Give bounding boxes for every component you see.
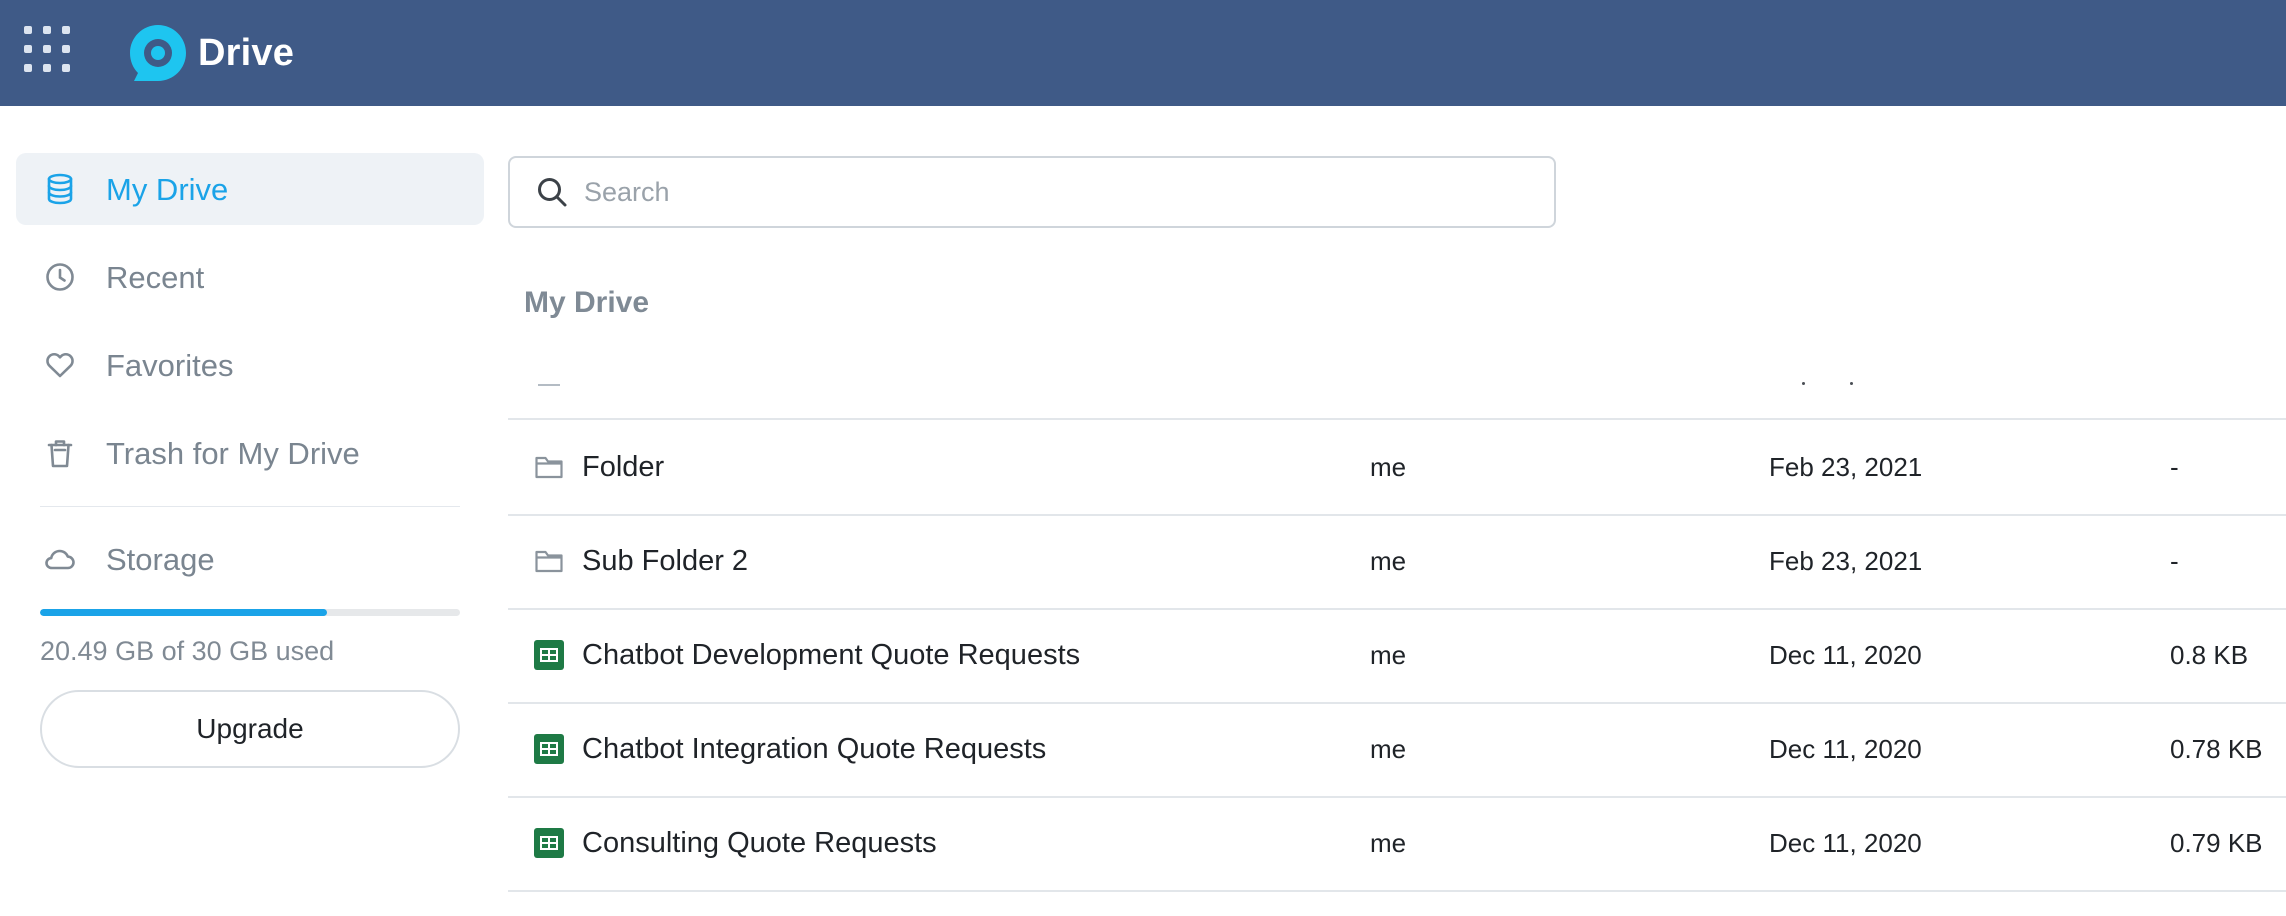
file-list: Folder me Feb 23, 2021 - Sub Folder 2 me… (508, 360, 2286, 916)
heart-icon (40, 345, 80, 385)
trash-icon (40, 433, 80, 473)
folder-icon (532, 450, 566, 484)
file-modified: Dec 11, 2020 (1769, 733, 1922, 764)
cloud-icon (40, 539, 80, 579)
table-row[interactable]: Consulting Quote Requests me Dec 11, 202… (508, 796, 2286, 892)
partially-visible-row[interactable] (508, 360, 2286, 420)
database-icon (40, 169, 80, 209)
file-owner: me (1370, 733, 1407, 764)
storage-progress-fill (40, 609, 327, 616)
file-size: 0.78 KB (2170, 733, 2263, 764)
file-name: Folder (582, 450, 665, 483)
sidebar-item-trash[interactable]: Trash for My Drive (16, 417, 484, 489)
file-size: 0.79 KB (2170, 827, 2263, 858)
table-row[interactable]: Chatbot Development Quote Requests me De… (508, 608, 2286, 704)
brand[interactable]: Drive (126, 18, 294, 88)
sidebar-item-my-drive[interactable]: My Drive (16, 153, 484, 225)
file-modified: Feb 23, 2021 (1769, 545, 1923, 576)
spreadsheet-icon (532, 826, 566, 860)
file-modified: Dec 11, 2020 (1769, 827, 1922, 858)
file-size: 0.8 KB (2170, 639, 2249, 670)
file-owner: me (1370, 451, 1407, 482)
file-name: Chatbot Integration Quote Requests (582, 732, 1047, 765)
folder-icon (532, 544, 566, 578)
sidebar-item-label: Trash for My Drive (106, 435, 360, 471)
sidebar-item-favorites[interactable]: Favorites (16, 329, 484, 401)
top-bar: Drive (0, 0, 2286, 106)
drive-logo-icon (130, 25, 186, 81)
file-name: Chatbot Development Quote Requests (582, 638, 1081, 671)
table-row[interactable]: Folder me Feb 23, 2021 - (508, 420, 2286, 516)
file-modified: Dec 11, 2020 (1769, 639, 1922, 670)
sidebar: My Drive Recent Favorites Trash for My D… (16, 153, 484, 893)
sidebar-divider (40, 506, 460, 507)
sidebar-item-storage[interactable]: Storage (16, 523, 484, 595)
file-owner: me (1370, 545, 1407, 576)
drive-app: Drive My Drive Recent Favorites Trash fo… (0, 0, 2286, 916)
sidebar-item-label: Recent (106, 259, 205, 295)
file-size: - (2170, 451, 2179, 482)
file-size: - (2170, 545, 2179, 576)
file-modified: Feb 23, 2021 (1769, 451, 1923, 482)
file-name: Sub Folder 2 (582, 544, 749, 577)
search-box[interactable] (508, 156, 1556, 228)
table-row[interactable]: Sub Folder 2 me Feb 23, 2021 - (508, 514, 2286, 610)
sidebar-item-label: Favorites (106, 347, 234, 383)
apps-grid-icon[interactable] (24, 26, 72, 74)
search-icon (534, 174, 570, 210)
spreadsheet-icon (532, 732, 566, 766)
page-title: My Drive (524, 286, 650, 319)
storage-progress-bar (40, 609, 460, 616)
sidebar-item-label: My Drive (106, 171, 229, 207)
file-owner: me (1370, 827, 1407, 858)
search-input[interactable] (584, 162, 1554, 222)
storage-used-text: 20.49 GB of 30 GB used (40, 636, 335, 666)
upgrade-button[interactable]: Upgrade (40, 690, 460, 768)
storage-label: Storage (106, 541, 215, 577)
app-title: Drive (198, 31, 295, 74)
file-owner: me (1370, 639, 1407, 670)
clock-icon (40, 257, 80, 297)
sidebar-item-recent[interactable]: Recent (16, 241, 484, 313)
table-row[interactable]: Chatbot Integration Quote Requests me De… (508, 702, 2286, 798)
file-name: Consulting Quote Requests (582, 826, 937, 859)
spreadsheet-icon (532, 638, 566, 672)
